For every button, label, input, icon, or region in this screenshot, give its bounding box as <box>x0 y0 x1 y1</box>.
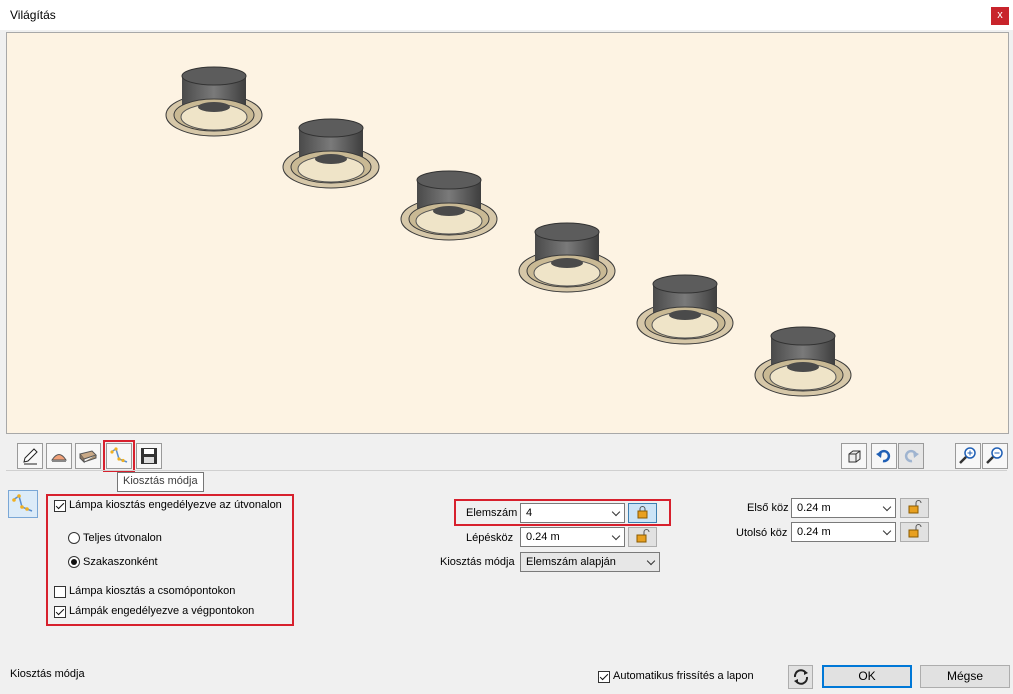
auto-refresh-label: Automatikus frissítés a lapon <box>613 670 754 682</box>
ok-button[interactable]: OK <box>822 665 912 688</box>
material-tab-button[interactable] <box>75 443 101 469</box>
chevron-down-icon <box>611 531 621 541</box>
distribution-path-icon <box>12 494 33 512</box>
distribution-tab-button[interactable] <box>106 443 132 469</box>
at-nodes-checkbox[interactable] <box>54 586 66 598</box>
refresh-button[interactable] <box>788 665 813 689</box>
mode-label: Kiosztás módja <box>440 556 515 568</box>
unlock-icon <box>636 529 650 543</box>
lamp-tab-button[interactable] <box>46 443 72 469</box>
last-gap-value: 0.24 m <box>797 526 831 538</box>
elemszam-combo[interactable]: 4 <box>520 503 625 523</box>
distribution-path-icon <box>110 447 128 463</box>
by-segment-radio[interactable] <box>68 556 80 568</box>
save-tab-button[interactable] <box>136 443 162 469</box>
section-icon-box <box>8 490 38 518</box>
zoom-out-button[interactable] <box>982 443 1008 469</box>
recessed-lamp <box>400 170 498 241</box>
recessed-lamp <box>754 326 852 397</box>
at-nodes-label: Lámpa kiosztás a csomópontokon <box>69 585 236 597</box>
lock-icon <box>637 506 648 519</box>
lepeskoz-combo[interactable]: 0.24 m <box>520 527 625 547</box>
recessed-lamp <box>165 66 263 137</box>
elemszam-label: Elemszám <box>466 507 518 519</box>
3d-preview-viewport[interactable] <box>6 32 1009 434</box>
lepeskoz-label: Lépésköz <box>466 532 514 544</box>
close-button[interactable]: x <box>991 7 1009 25</box>
full-path-radio[interactable] <box>68 532 80 544</box>
last-gap-combo[interactable]: 0.24 m <box>791 522 896 542</box>
lepeskoz-value: 0.24 m <box>526 531 560 543</box>
enable-path-label: Lámpa kiosztás engedélyezve az útvonalon <box>69 499 282 511</box>
redo-button[interactable] <box>898 443 924 469</box>
save-icon <box>141 448 157 464</box>
refresh-icon <box>793 669 808 685</box>
by-segment-label: Szakaszonként <box>83 556 158 568</box>
lepeskoz-lock-button[interactable] <box>628 527 657 547</box>
at-endpoints-label: Lámpák engedélyezve a végpontokon <box>69 605 255 617</box>
enable-path-checkbox[interactable] <box>54 500 66 512</box>
recessed-lamp <box>636 274 734 345</box>
recessed-lamp <box>518 222 616 293</box>
chevron-down-icon <box>611 507 621 517</box>
undo-button[interactable] <box>871 443 897 469</box>
zoom-out-icon <box>986 447 1003 464</box>
edit-tab-button[interactable] <box>17 443 43 469</box>
elemszam-value: 4 <box>526 507 533 519</box>
material-icon <box>79 450 97 464</box>
first-gap-combo[interactable]: 0.24 m <box>791 498 896 518</box>
status-text: Kiosztás módja <box>10 668 85 680</box>
at-endpoints-checkbox[interactable] <box>54 606 66 618</box>
unlock-icon <box>908 500 922 514</box>
full-path-label: Teljes útvonalon <box>83 532 162 544</box>
pencil-icon <box>23 448 38 465</box>
auto-refresh-checkbox[interactable] <box>598 671 610 683</box>
window-title: Világítás <box>10 8 56 22</box>
cancel-button[interactable]: Mégse <box>920 665 1010 688</box>
first-gap-value: 0.24 m <box>797 502 831 514</box>
last-gap-lock-button[interactable] <box>900 522 929 542</box>
first-gap-lock-button[interactable] <box>900 498 929 518</box>
mode-value: Elemszám alapján <box>526 556 616 568</box>
chevron-down-icon <box>646 556 656 566</box>
redo-icon <box>904 449 919 463</box>
chevron-down-icon <box>882 502 892 512</box>
lamp-preview-svg <box>165 66 852 397</box>
box-view-icon <box>848 450 861 463</box>
last-gap-label: Utolsó köz <box>736 527 788 539</box>
zoom-in-icon <box>959 447 976 464</box>
title-bar <box>0 0 1013 30</box>
undo-icon <box>876 449 891 463</box>
elemszam-lock-button[interactable] <box>628 503 657 523</box>
mode-select[interactable]: Elemszám alapján <box>520 552 660 572</box>
unlock-icon <box>908 524 922 538</box>
lamp-icon <box>51 454 67 462</box>
chevron-down-icon <box>882 526 892 536</box>
zoom-in-button[interactable] <box>955 443 981 469</box>
toolbar-divider <box>6 470 1007 471</box>
first-gap-label: Első köz <box>747 502 789 514</box>
box-view-button[interactable] <box>841 443 867 469</box>
recessed-lamp <box>282 118 380 189</box>
tooltip: Kiosztás módja <box>117 472 204 492</box>
